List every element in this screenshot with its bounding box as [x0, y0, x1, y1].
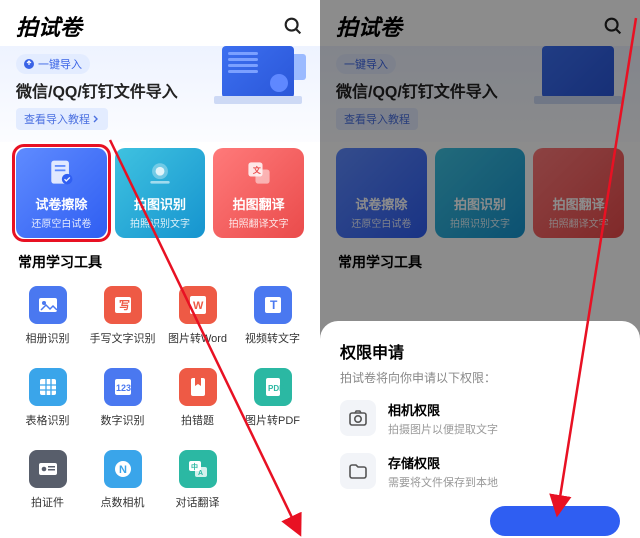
camera-icon: [340, 400, 376, 436]
tool-count-camera[interactable]: N点数相机: [85, 442, 160, 518]
feature-cards: 试卷擦除 还原空白试卷 拍图识别 拍照识别文字 文 拍图翻译 拍照翻译文字: [0, 148, 320, 238]
permission-sheet: 权限申请 拍试卷将向你申请以下权限： 相机权限拍摄图片以便提取文字 存储权限需要…: [320, 321, 640, 538]
card-sub: 还原空白试卷: [31, 215, 91, 230]
video-icon: T: [262, 294, 284, 316]
number-icon: 123: [112, 376, 134, 398]
idcard-icon: [37, 458, 59, 480]
svg-text:中: 中: [191, 462, 198, 471]
card-translate[interactable]: 文 拍图翻译 拍照翻译文字: [213, 148, 304, 238]
svg-text:N: N: [119, 464, 127, 476]
card-ocr[interactable]: 拍图识别 拍照识别文字: [115, 148, 206, 238]
pdf-icon: PDF: [262, 376, 284, 398]
card-title: 拍图识别: [134, 194, 186, 213]
sheet-subtitle: 拍试卷将向你申请以下权限：: [340, 369, 620, 386]
tool-to-pdf[interactable]: PDF图片转PDF: [235, 360, 310, 436]
tool-to-word[interactable]: W图片转Word: [160, 278, 235, 354]
import-pill: 一键导入: [16, 54, 90, 74]
card-erase-exam[interactable]: 试卷擦除 还原空白试卷: [16, 148, 107, 238]
card-title: 拍图翻译: [233, 194, 285, 213]
svg-text:123: 123: [116, 383, 131, 393]
laptop-illustration: [211, 46, 306, 116]
svg-text:T: T: [270, 298, 278, 312]
tool-handwriting[interactable]: 写手写文字识别: [85, 278, 160, 354]
perm-camera: 相机权限拍摄图片以便提取文字: [340, 400, 620, 437]
search-icon[interactable]: [602, 15, 624, 37]
chat-translate-icon: 中A: [187, 458, 209, 480]
doc-erase-icon: [44, 158, 78, 188]
card-sub: 拍照识别文字: [130, 215, 190, 230]
tool-wrong-question[interactable]: 拍错题: [160, 360, 235, 436]
card-title: 试卷擦除: [35, 194, 87, 213]
sheet-title: 权限申请: [340, 339, 620, 363]
perm-storage: 存储权限需要将文件保存到本地: [340, 453, 620, 490]
handwriting-icon: 写: [112, 294, 134, 316]
word-icon: W: [187, 294, 209, 316]
tool-album-ocr[interactable]: 相册识别: [10, 278, 85, 354]
app-title: 拍试卷: [16, 10, 82, 42]
svg-text:PDF: PDF: [268, 384, 284, 393]
svg-text:W: W: [193, 300, 204, 312]
tool-dialogue-translate[interactable]: 中A对话翻译: [160, 442, 235, 518]
scan-icon: [143, 158, 177, 188]
folder-icon: [340, 453, 376, 489]
tool-number[interactable]: 123数字识别: [85, 360, 160, 436]
table-icon: [37, 376, 59, 398]
translate-icon: 文: [242, 158, 276, 188]
bookmark-icon: [187, 376, 209, 398]
search-icon[interactable]: [282, 15, 304, 37]
header: 拍试卷: [0, 0, 320, 46]
tool-video-text[interactable]: T视频转文字: [235, 278, 310, 354]
svg-text:写: 写: [119, 299, 130, 312]
tool-id-card[interactable]: 拍证件: [10, 442, 85, 518]
card-sub: 拍照翻译文字: [229, 215, 289, 230]
section-heading: 常用学习工具: [0, 238, 320, 278]
album-icon: [37, 294, 59, 316]
screen-main: 拍试卷 一键导入 微信/QQ/钉钉文件导入 查看导入教程 试卷擦除 还原空白试卷…: [0, 0, 320, 538]
confirm-button[interactable]: [490, 506, 620, 536]
tool-table[interactable]: 表格识别: [10, 360, 85, 436]
import-banner[interactable]: 一键导入 微信/QQ/钉钉文件导入 查看导入教程: [0, 46, 320, 142]
screen-permission: 拍试卷 一键导入 微信/QQ/钉钉文件导入 查看导入教程 试卷擦除还原空白试卷 …: [320, 0, 640, 538]
svg-text:A: A: [198, 470, 203, 477]
svg-text:文: 文: [252, 165, 260, 175]
count-icon: N: [112, 458, 134, 480]
tools-grid: 相册识别 写手写文字识别 W图片转Word T视频转文字 表格识别 123数字识…: [0, 278, 320, 518]
tutorial-link[interactable]: 查看导入教程: [16, 108, 108, 130]
